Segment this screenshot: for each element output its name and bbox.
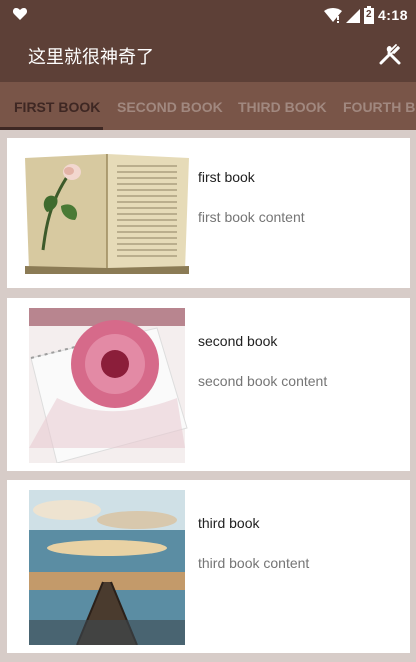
tab-indicator xyxy=(0,127,103,130)
signal-icon xyxy=(345,7,360,23)
tab-second-book[interactable]: SECOND BOOK xyxy=(117,82,223,130)
app-bar: 这里就很神奇了 xyxy=(0,30,416,82)
list-item[interactable]: first book first book content xyxy=(7,138,410,288)
wifi-icon xyxy=(323,7,342,23)
heart-icon xyxy=(12,6,28,22)
battery-icon: 2 xyxy=(363,6,374,24)
status-bar: 2 4:18 xyxy=(0,0,416,30)
status-icons: 2 4:18 xyxy=(323,5,408,25)
page-title: 这里就很神奇了 xyxy=(28,47,154,68)
book-content: second book content xyxy=(198,373,328,389)
tab-fourth-book[interactable]: FOURTH BOOK xyxy=(343,82,416,130)
book-title: first book xyxy=(198,169,255,185)
tab-first-book[interactable]: FIRST BOOK xyxy=(14,82,100,130)
battery-level: 2 xyxy=(365,9,372,20)
list-item[interactable]: third book third book content xyxy=(7,480,410,653)
list-item[interactable]: second book second book content xyxy=(7,298,410,471)
book-content: first book content xyxy=(198,209,305,225)
tab-third-book[interactable]: THIRD BOOK xyxy=(238,82,327,130)
status-time: 4:18 xyxy=(377,7,408,23)
book-title: second book xyxy=(198,333,278,349)
book-cover-image xyxy=(17,308,198,463)
fork-knife-icon[interactable] xyxy=(378,43,402,67)
book-content: third book content xyxy=(198,555,310,571)
book-cover-image xyxy=(17,490,198,645)
book-cover-image xyxy=(17,146,198,279)
tab-bar: FIRST BOOK SECOND BOOK THIRD BOOK FOURTH… xyxy=(0,82,416,130)
book-title: third book xyxy=(198,515,260,531)
